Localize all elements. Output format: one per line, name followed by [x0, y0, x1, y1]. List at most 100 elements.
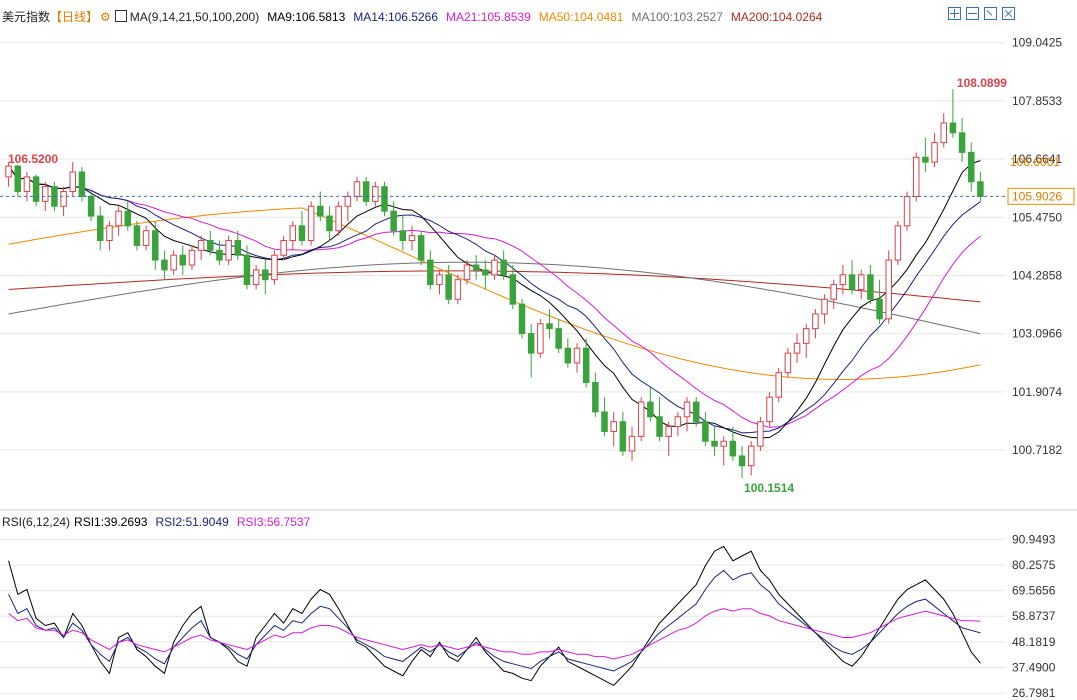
y-tick-label: 100.7182	[1012, 443, 1062, 457]
candle-body	[216, 249, 223, 261]
candle-body	[619, 421, 627, 452]
candle-body	[821, 298, 828, 315]
candle-body	[500, 259, 507, 276]
candle-body	[738, 455, 746, 467]
candle-body	[967, 151, 975, 183]
candle-body	[674, 416, 682, 428]
candle-body	[298, 225, 306, 242]
candle-body	[335, 205, 342, 232]
candle-body	[958, 132, 966, 153]
candle-body	[757, 421, 764, 447]
rsi-y-tick-label: 26.7981	[1012, 686, 1056, 700]
candle-body	[399, 230, 407, 242]
candle-body	[262, 269, 269, 281]
price-chart[interactable]: 109.0425107.8533106.6641105.4750104.2858…	[0, 0, 1077, 700]
candle-body	[23, 176, 31, 193]
candle-body	[665, 426, 672, 437]
candle-body	[903, 195, 911, 227]
candle-body	[60, 191, 67, 207]
candle-body	[280, 240, 287, 256]
candle-body	[225, 240, 232, 261]
candle-body	[518, 303, 526, 335]
candle-body	[747, 445, 755, 467]
left-high-annotation: 106.5200	[8, 152, 58, 166]
y-tick-label: 107.8533	[1012, 94, 1062, 108]
rsi-y-tick-label: 37.4900	[1012, 660, 1056, 674]
candle-body	[445, 274, 452, 300]
current-price-label: 105.9026	[1012, 189, 1062, 203]
candle-body	[243, 254, 251, 286]
candle-body	[197, 240, 205, 251]
candle-body	[289, 225, 297, 242]
candle-body	[234, 240, 242, 256]
candle-body	[573, 347, 581, 364]
candle-body	[546, 323, 553, 330]
y-tick-label: 109.0425	[1012, 36, 1062, 50]
candle-body	[188, 249, 196, 266]
candle-body	[867, 274, 874, 300]
candle-body	[42, 186, 49, 202]
candle-body	[307, 205, 315, 242]
candle-body	[390, 210, 397, 232]
candle-body	[372, 186, 379, 202]
candle-body	[472, 264, 480, 271]
y-tick-label: 103.0966	[1012, 327, 1062, 341]
rsi-line-rsi2	[8, 569, 981, 672]
candle-body	[353, 181, 361, 197]
candle-body	[362, 181, 370, 202]
candle-body	[628, 435, 636, 452]
candle-body	[482, 269, 489, 276]
candle-body	[885, 259, 892, 320]
candle-body	[922, 156, 929, 163]
candle-body	[170, 254, 177, 271]
candle-body	[161, 259, 168, 271]
candle-body	[647, 401, 654, 418]
chart-window: 美元指数【日线】 ⚙ MA(9,14,21,50,100,200) MA9:106.5…	[0, 0, 1077, 700]
candle-body	[69, 171, 77, 193]
candle-body	[977, 181, 984, 197]
candle-body	[106, 225, 113, 242]
candle-body	[683, 401, 691, 418]
candle-body	[775, 372, 782, 398]
candle-body	[931, 142, 938, 163]
candle-body	[692, 401, 700, 423]
candle-body	[537, 323, 544, 354]
candle-body	[564, 347, 572, 364]
candle-body	[408, 235, 416, 242]
candle-body	[142, 230, 150, 246]
candle-body	[133, 225, 141, 246]
candle-body	[839, 274, 847, 286]
candle-body	[252, 269, 260, 286]
candle-body	[427, 259, 434, 286]
candle-body	[317, 205, 324, 217]
candle-body	[326, 215, 333, 232]
candle-body	[766, 396, 773, 423]
candle-body	[179, 254, 187, 266]
y-tick-label: 104.2858	[1012, 268, 1062, 282]
candle-body	[381, 186, 388, 212]
y-tick-label: 101.9074	[1012, 385, 1062, 399]
candle-body	[436, 274, 443, 286]
candle-body	[97, 215, 104, 242]
candle-body	[527, 333, 535, 354]
rsi-y-tick-label: 48.1819	[1012, 635, 1056, 649]
candle-body	[87, 195, 95, 217]
candle-body	[463, 264, 471, 281]
candle-body	[491, 259, 498, 276]
rsi-y-tick-label: 69.5656	[1012, 584, 1056, 598]
candle-body	[784, 352, 792, 374]
candle-body	[610, 421, 617, 432]
candle-body	[417, 235, 425, 261]
candle-body	[115, 210, 122, 227]
rsi-y-tick-label: 90.9493	[1012, 532, 1056, 546]
candle-body	[5, 165, 12, 178]
candle-body	[949, 122, 957, 134]
y-tick-label: 105.4750	[1012, 210, 1062, 224]
candle-body	[271, 254, 278, 281]
high-annotation: 108.0899	[957, 76, 1007, 90]
candle-body	[601, 411, 608, 432]
candle-body	[812, 313, 819, 330]
candle-body	[894, 225, 902, 261]
candle-body	[555, 328, 562, 349]
low-annotation: 100.1514	[744, 481, 794, 495]
